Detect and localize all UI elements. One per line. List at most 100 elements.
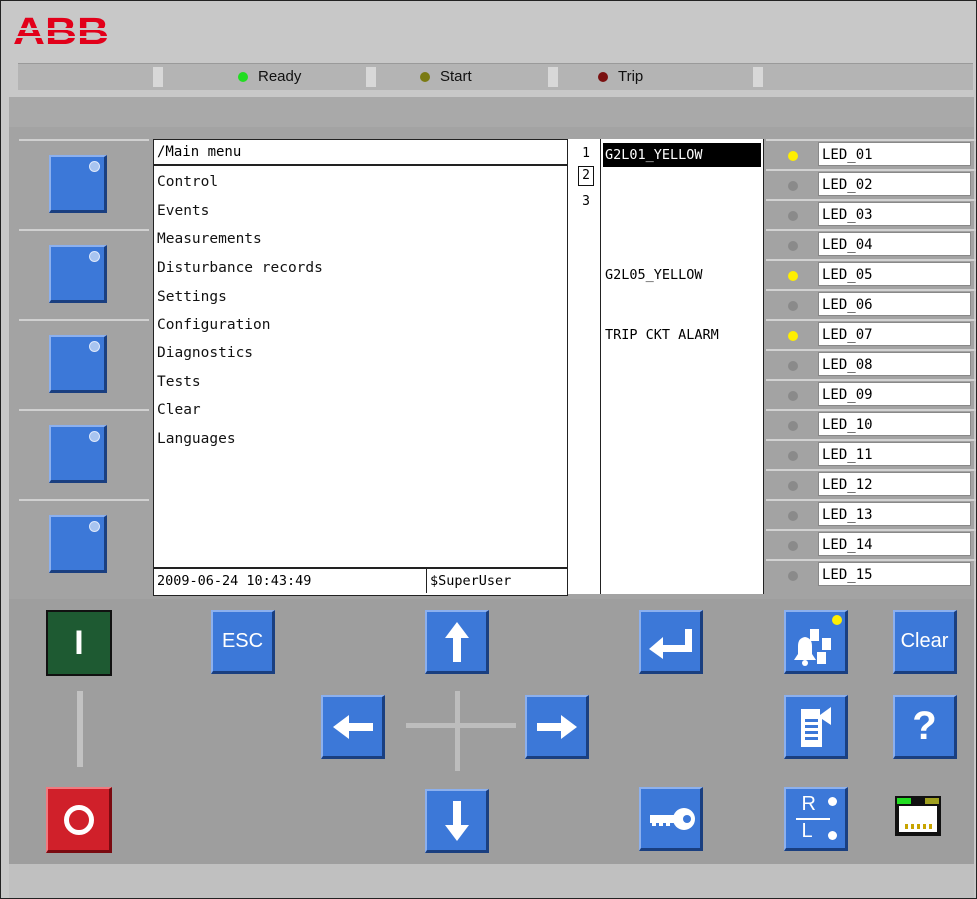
function-key-2[interactable] (49, 245, 107, 303)
led-lamp-icon (788, 271, 798, 281)
remote-led-icon (827, 796, 837, 806)
start-indicator: Start (420, 68, 472, 85)
esc-label: ESC (221, 630, 264, 652)
function-key-slot (19, 139, 149, 227)
arrow-left-icon (332, 714, 373, 739)
menu-item-clear[interactable]: Clear (157, 402, 201, 418)
led-lamp-icon (788, 151, 798, 161)
led-row: LED_08 (766, 349, 976, 379)
menu-footer: 2009-06-24 10:43:49 $SuperUser (154, 567, 567, 595)
status-separator (153, 67, 163, 87)
ready-led-icon (238, 72, 248, 82)
led-panel: LED_01 LED_02 LED_03 LED_04 LED_05 LED_06 LED_… (766, 139, 976, 594)
led-lamp-icon (788, 211, 798, 221)
esc-button[interactable]: ESC (211, 610, 275, 674)
menu-item-measurements[interactable]: Measurements (157, 231, 262, 247)
menu-item-languages[interactable]: Languages (157, 431, 236, 447)
clear-button[interactable]: Clear (893, 610, 957, 674)
alarm-text-row: G2L05_YELLOW (605, 267, 703, 283)
alarm-page-selector: 1 2 3 (568, 139, 600, 594)
open-breaker-button[interactable] (46, 787, 112, 853)
down-arrow-button[interactable] (425, 789, 489, 853)
menu-item-events[interactable]: Events (157, 203, 209, 219)
led-label: LED_14 (818, 532, 971, 556)
arrow-down-icon (444, 800, 469, 841)
led-lamp-icon (788, 481, 798, 491)
close-label: I (74, 623, 84, 662)
function-key-1[interactable] (49, 155, 107, 213)
led-row: LED_02 (766, 169, 976, 199)
ready-label: Ready (258, 68, 302, 85)
ready-indicator: Ready (238, 68, 301, 85)
led-row: LED_09 (766, 379, 976, 409)
trip-indicator: Trip (598, 68, 643, 85)
menu-item-tests[interactable]: Tests (157, 374, 201, 390)
left-arrow-button[interactable] (321, 695, 385, 759)
right-arrow-button[interactable] (525, 695, 589, 759)
close-breaker-button[interactable]: I (46, 610, 112, 676)
remote-local-face: R L (788, 791, 844, 847)
remote-local-button[interactable]: R L (784, 787, 848, 851)
help-label: ? (912, 704, 937, 748)
led-label: LED_11 (818, 442, 971, 466)
separator-band (9, 97, 974, 127)
main-menu-panel: /Main menu Control Events Measurements D… (153, 139, 568, 596)
help-button[interactable]: ? (893, 695, 957, 759)
led-row: LED_03 (766, 199, 976, 229)
led-row: LED_13 (766, 499, 976, 529)
alarm-led-button[interactable] (784, 610, 848, 674)
led-lamp-icon (788, 181, 798, 191)
clear-label: Clear (900, 630, 949, 652)
menu-item-diagnostics[interactable]: Diagnostics (157, 345, 253, 361)
page-number-1[interactable]: 1 (579, 145, 593, 163)
function-key-led-icon (89, 251, 100, 262)
arrow-right-icon (536, 714, 577, 739)
remote-label: R (801, 792, 816, 815)
lock-key-button[interactable] (639, 787, 703, 851)
led-label: LED_08 (818, 352, 971, 376)
enter-icon (648, 628, 692, 659)
status-indicator-bar: Ready Start Trip (18, 63, 973, 90)
trip-led-icon (598, 72, 608, 82)
led-lamp-icon (788, 331, 798, 341)
up-arrow-button[interactable] (425, 610, 489, 674)
ethernet-port-icon (895, 796, 941, 836)
function-key-slot (19, 409, 149, 497)
led-label: LED_05 (818, 262, 971, 286)
status-separator (366, 67, 376, 87)
menu-item-configuration[interactable]: Configuration (157, 317, 271, 333)
led-label: LED_13 (818, 502, 971, 526)
led-label: LED_02 (818, 172, 971, 196)
enter-button[interactable] (639, 610, 703, 674)
menu-item-settings[interactable]: Settings (157, 289, 227, 305)
menu-item-disturbance-records[interactable]: Disturbance records (157, 260, 323, 276)
datetime-readout: 2009-06-24 10:43:49 (157, 573, 312, 589)
led-row: LED_14 (766, 529, 976, 559)
led-label: LED_06 (818, 292, 971, 316)
led-lamp-icon (788, 241, 798, 251)
menu-item-control[interactable]: Control (157, 174, 218, 190)
menu-document-icon (800, 706, 831, 747)
led-lamp-icon (788, 421, 798, 431)
status-separator (753, 67, 763, 87)
led-label: LED_09 (818, 382, 971, 406)
bottom-bar (9, 864, 974, 898)
led-lamp-icon (788, 391, 798, 401)
led-row: LED_10 (766, 409, 976, 439)
menu-title: /Main menu (154, 140, 568, 166)
function-key-5[interactable] (49, 515, 107, 573)
page-number-2[interactable]: 2 (578, 166, 594, 186)
led-lamp-icon (788, 571, 798, 581)
function-key-3[interactable] (49, 335, 107, 393)
menu-button[interactable] (784, 695, 848, 759)
led-row: LED_05 (766, 259, 976, 289)
page-number-3[interactable]: 3 (579, 193, 593, 211)
led-row: LED_11 (766, 439, 976, 469)
led-label: LED_03 (818, 202, 971, 226)
function-key-slot (19, 319, 149, 407)
led-row: LED_12 (766, 469, 976, 499)
function-key-slot (19, 499, 149, 587)
function-key-4[interactable] (49, 425, 107, 483)
nav-cross-vertical (455, 691, 460, 771)
function-key-slot (19, 229, 149, 317)
